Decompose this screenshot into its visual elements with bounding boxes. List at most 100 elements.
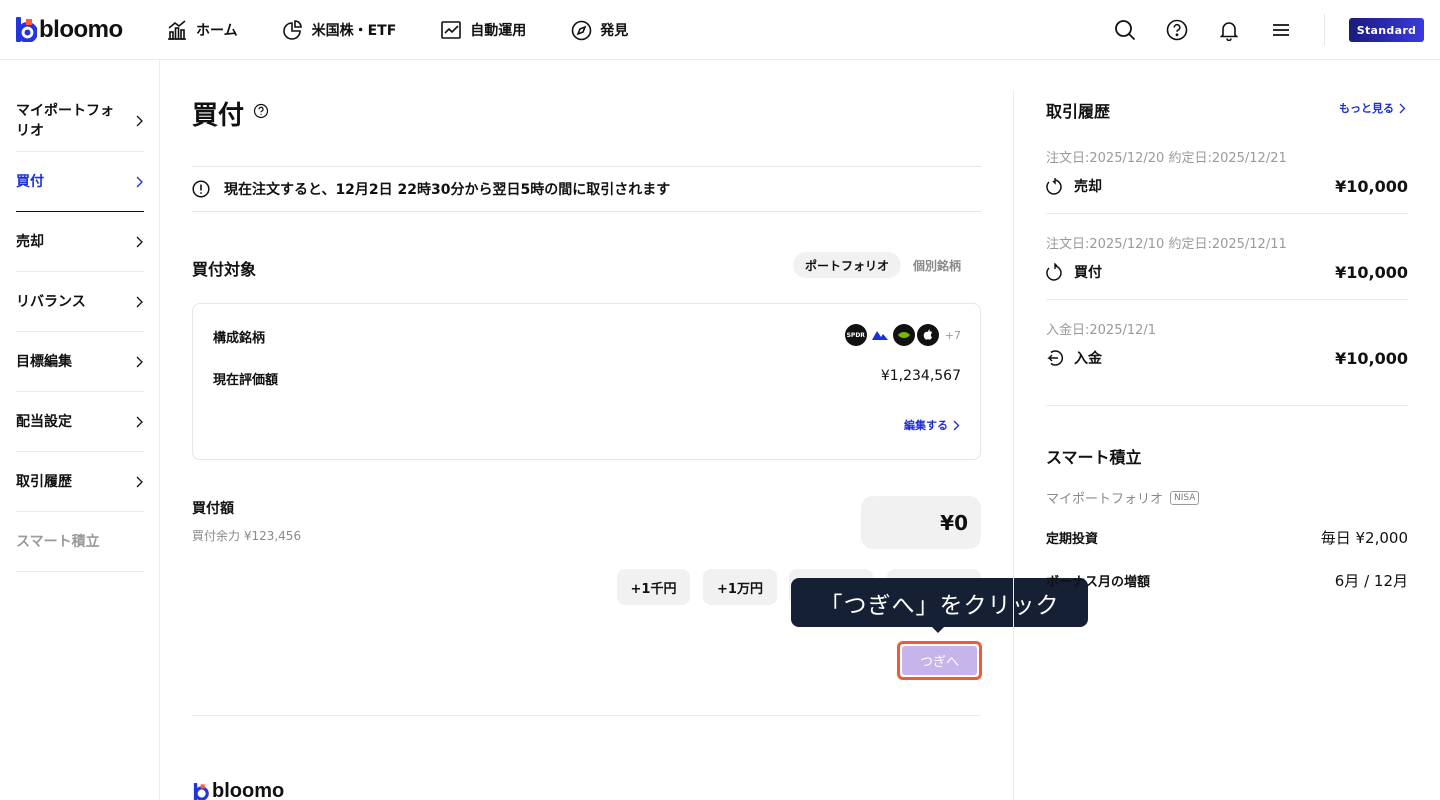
bloomo-logo-mark — [193, 783, 209, 800]
sidebar-item-label: 目標編集 — [16, 353, 72, 370]
chevron-right-icon — [136, 416, 143, 427]
nav-auto[interactable]: 自動運用 — [440, 19, 526, 41]
history-row: 入金 ¥10,000 — [1046, 348, 1408, 368]
click-hint-tooltip: 「つぎへ」をクリック — [791, 578, 1088, 627]
deposit-icon — [1047, 350, 1064, 366]
history-item[interactable]: 注文日:2025/12/10 約定日:2025/12/11 買付 ¥10,000 — [1046, 214, 1408, 300]
menu-icon[interactable] — [1268, 17, 1294, 43]
sidebar-item-label: マイポートフォリオ — [16, 102, 114, 139]
chevron-right-icon — [136, 476, 143, 487]
history-amount: ¥10,000 — [1335, 176, 1408, 196]
sidebar-item-label: 買付 — [16, 173, 44, 190]
value-amount: ¥1,234,567 — [880, 368, 961, 384]
history-more-link[interactable]: もっと見る — [1339, 100, 1407, 116]
smart-row-value: 毎日 ¥2,000 — [1320, 529, 1408, 547]
buying-power: 買付余力 ¥123,456 — [192, 529, 302, 543]
sidebar-item-sell[interactable]: 売却 — [16, 212, 144, 272]
footer-brand: bloomo — [212, 780, 285, 800]
sidebar-item-label: 配当設定 — [16, 413, 72, 430]
smart-row-label: ボーナス月の増額 — [1046, 575, 1151, 590]
main-nav: ホーム 米国株・ETF 自動運用 発見 — [166, 0, 672, 60]
history-more-label: もっと見る — [1339, 102, 1394, 115]
help-icon[interactable] — [1164, 17, 1190, 43]
line-chart-icon — [440, 19, 462, 41]
chevron-right-icon — [136, 236, 143, 247]
segment-individual[interactable]: 個別銘柄 — [901, 252, 973, 278]
history-type: 買付 — [1074, 265, 1102, 281]
header-divider — [1324, 14, 1325, 46]
history-type: 入金 — [1074, 351, 1102, 367]
sidebar-item-goal-edit[interactable]: 目標編集 — [16, 332, 144, 392]
history-title: 取引履歴 — [1046, 102, 1111, 121]
history-row: 売却 ¥10,000 — [1046, 176, 1408, 196]
next-button[interactable]: つぎへ — [902, 646, 977, 675]
nav-auto-label: 自動運用 — [470, 23, 527, 39]
sidebar-item-history[interactable]: 取引履歴 — [16, 452, 144, 512]
panel-divider — [1013, 90, 1014, 800]
header-icons — [1112, 17, 1320, 43]
sell-icon — [1046, 178, 1062, 195]
bloomo-logo-mark — [16, 17, 38, 43]
sidebar-item-rebalance[interactable]: リバランス — [16, 272, 144, 332]
sidebar-item-portfolio[interactable]: マイポートフォリオ — [16, 90, 144, 152]
edit-link[interactable]: 編集する — [904, 417, 961, 433]
footer-logo: bloomo — [192, 780, 285, 800]
pie-chart-icon — [282, 19, 304, 41]
nisa-badge: NISA — [1170, 490, 1200, 505]
buy-icon — [1046, 263, 1062, 281]
sidebar-item-dividend[interactable]: 配当設定 — [16, 392, 144, 452]
footer-divider — [192, 715, 981, 716]
nav-discover-label: 発見 — [600, 23, 629, 39]
history-item[interactable]: 注文日:2025/12/20 約定日:2025/12/21 売却 ¥10,000 — [1046, 130, 1408, 214]
top-header: bloomo ホーム 米国株・ETF 自動運用 発見 Standard — [0, 0, 1440, 60]
trade-notice: 現在注文すると、12月2日 22時30分から翌日5時の間に取引されます — [192, 166, 981, 212]
sidebar-item-label: 取引履歴 — [16, 473, 72, 490]
smart-row: ボーナス月の増額 6月 / 12月 — [1046, 570, 1408, 591]
smart-title: スマート積立 — [1046, 448, 1142, 467]
spdr-logo: SPDR — [844, 324, 867, 346]
bell-icon[interactable] — [1216, 17, 1242, 43]
brand-name: bloomo — [39, 16, 123, 43]
nav-us-stocks[interactable]: 米国株・ETF — [282, 19, 397, 41]
nav-home[interactable]: ホーム — [166, 19, 238, 41]
sidebar-item-smart: スマート積立 — [16, 512, 144, 572]
alert-icon — [192, 180, 210, 198]
value-label: 現在評価額 — [213, 373, 279, 388]
history-type: 売却 — [1074, 179, 1102, 195]
smart-portfolio-name: マイポートフォリオ — [1046, 492, 1164, 507]
sidebar-item-label: スマート積立 — [16, 533, 100, 550]
sidebar: マイポートフォリオ 買付 売却 リバランス 目標編集 配当設定 取引履歴 スマー… — [0, 60, 160, 800]
page-title: 買付 — [192, 101, 245, 131]
portfolio-card: 構成銘柄 SPDR +7 現在評価額 ¥1,234,567 編集する — [192, 303, 981, 460]
add-1k-button[interactable]: +1千円 — [617, 569, 690, 605]
history-amount: ¥10,000 — [1335, 262, 1408, 282]
chevron-right-icon — [136, 176, 143, 187]
chevron-right-icon — [953, 420, 960, 430]
history-date: 注文日:2025/12/10 約定日:2025/12/11 — [1046, 237, 1287, 252]
chevron-right-icon — [136, 356, 143, 367]
nvidia-logo — [892, 324, 915, 346]
segment-portfolio[interactable]: ポートフォリオ — [793, 252, 902, 278]
search-icon[interactable] — [1112, 17, 1138, 43]
apple-logo — [916, 324, 939, 346]
compass-icon — [570, 19, 592, 41]
history-item[interactable]: 入金日:2025/12/1 入金 ¥10,000 — [1046, 300, 1408, 406]
amount-input[interactable]: ¥0 — [861, 496, 981, 549]
sidebar-item-buy[interactable]: 買付 — [16, 152, 144, 212]
add-10k-button[interactable]: +1万円 — [703, 569, 777, 605]
plan-badge[interactable]: Standard — [1349, 18, 1424, 42]
help-icon[interactable] — [253, 103, 269, 119]
holdings-logos: SPDR +7 — [843, 324, 961, 346]
history-date: 注文日:2025/12/20 約定日:2025/12/21 — [1046, 151, 1287, 166]
smart-portfolio-row: マイポートフォリオ NISA — [1046, 488, 1408, 507]
brand-logo[interactable]: bloomo — [16, 16, 123, 43]
nav-us-stocks-label: 米国株・ETF — [311, 23, 397, 39]
next-button-highlight: つぎへ — [897, 641, 982, 680]
nav-home-label: ホーム — [196, 23, 238, 39]
history-row: 買付 ¥10,000 — [1046, 262, 1408, 282]
history-date: 入金日:2025/12/1 — [1046, 323, 1157, 338]
smart-row-label: 定期投資 — [1046, 532, 1099, 547]
chevron-right-icon — [136, 296, 143, 307]
nav-discover[interactable]: 発見 — [570, 19, 628, 41]
chevron-right-icon — [1399, 103, 1406, 113]
